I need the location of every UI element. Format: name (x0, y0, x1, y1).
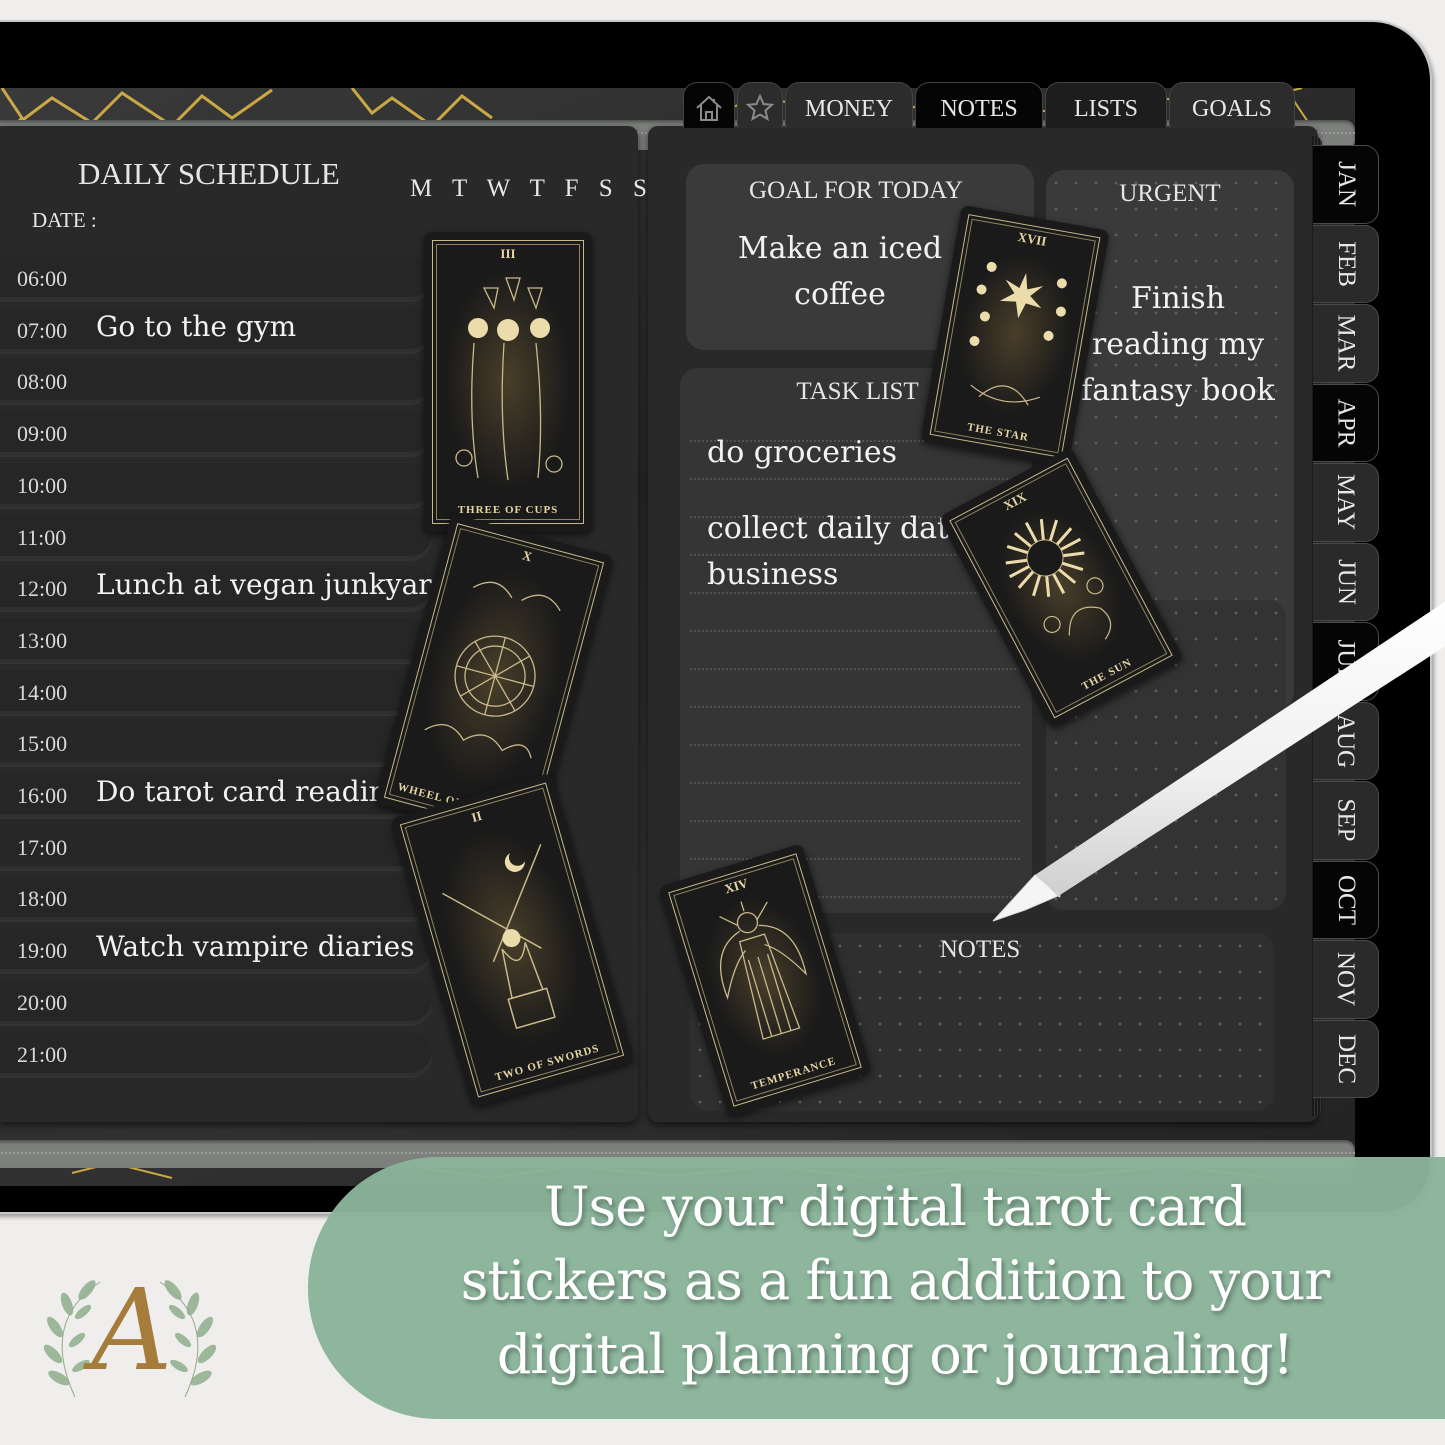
month-tab-dec[interactable]: DEC (1313, 1019, 1379, 1098)
promo-line: Use your digital tarot card (543, 1175, 1247, 1238)
schedule-time: 19:00 (17, 938, 68, 964)
urgent-line: fantasy book (1081, 373, 1275, 408)
schedule-entry[interactable]: Lunch at vegan junkyard (96, 568, 450, 601)
month-tab-may[interactable]: MAY (1313, 463, 1379, 542)
goal-line: coffee (794, 277, 886, 312)
schedule-time: 13:00 (17, 627, 68, 653)
urgent-text[interactable]: Finish reading my fantasy book (1068, 276, 1288, 414)
home-icon (696, 95, 722, 121)
tab-home[interactable] (683, 82, 735, 128)
goal-line: Make an iced (737, 231, 943, 266)
task-line (690, 858, 1020, 860)
tarot-sticker-three-of-cups[interactable]: III THREE OF CUPS (424, 232, 592, 532)
schedule-time: 17:00 (17, 834, 68, 860)
schedule-time: 09:00 (17, 421, 68, 447)
month-label: MAR (1332, 314, 1360, 372)
stylus-pencil (992, 601, 1445, 922)
schedule-entry[interactable]: Watch vampire diaries (96, 930, 415, 963)
tab-favorites[interactable] (737, 82, 783, 128)
three-of-cups-illustration (455, 277, 563, 481)
schedule-time: 12:00 (17, 576, 68, 602)
schedule-time: 16:00 (17, 783, 68, 808)
wheel-illustration (424, 581, 561, 759)
brand-logo: A (25, 1266, 235, 1402)
month-tab-feb[interactable]: FEB (1313, 224, 1379, 303)
urgent-line: reading my (1091, 327, 1265, 362)
goal-text[interactable]: Make an iced coffee (700, 226, 980, 318)
month-label: DEC (1332, 1033, 1360, 1084)
card-name: THREE OF CUPS (457, 504, 559, 516)
star-icon (745, 93, 775, 121)
schedule-time: 14:00 (17, 679, 68, 705)
month-label: APR (1332, 398, 1360, 448)
month-tab-apr[interactable]: APR (1313, 383, 1379, 462)
schedule-time: 15:00 (17, 731, 68, 757)
top-tab-bar: MONEY NOTES LISTS GOALS (683, 80, 1297, 128)
task-line (690, 478, 1020, 480)
schedule-time: 20:00 (17, 989, 68, 1015)
task-item[interactable]: collect daily data (707, 506, 967, 552)
promo-line: digital planning or journaling! (496, 1323, 1294, 1386)
task-line (690, 820, 1020, 822)
schedule-entry[interactable]: Do tarot card reading (96, 775, 405, 808)
tab-money[interactable]: MONEY (785, 82, 913, 128)
tab-lists[interactable]: LISTS (1045, 82, 1167, 128)
urgent-title: URGENT (1119, 180, 1221, 207)
date-label[interactable]: DATE : (32, 208, 97, 233)
schedule-time: 10:00 (17, 472, 68, 498)
notes-title: NOTES (939, 936, 1021, 963)
schedule-time: 21:00 (17, 1041, 68, 1067)
schedule-time: 07:00 (17, 317, 68, 343)
month-label: FEB (1332, 240, 1360, 287)
month-label: MAY (1332, 474, 1360, 531)
goal-title: GOAL FOR TODAY (749, 177, 963, 204)
schedule-time: 18:00 (17, 886, 68, 912)
temperance-illustration (719, 901, 808, 1040)
month-tab-nov[interactable]: NOV (1313, 940, 1379, 1019)
schedule-entry[interactable]: Go to the gym (96, 310, 296, 343)
month-label: NOV (1332, 952, 1360, 1007)
tab-notes[interactable]: NOTES (915, 82, 1043, 128)
task-line (690, 630, 1020, 632)
task-line (690, 782, 1020, 784)
month-tab-mar[interactable]: MAR (1313, 304, 1379, 383)
urgent-line: Finish (1130, 281, 1226, 316)
month-label: JAN (1332, 161, 1360, 208)
month-tab-jan[interactable]: JAN (1313, 145, 1379, 224)
weekday-selector[interactable]: M T W T F S S (410, 175, 654, 203)
task-item[interactable]: do groceries (707, 430, 897, 476)
schedule-time: 08:00 (17, 369, 68, 395)
promo-line: stickers as a fun addition to your (460, 1249, 1330, 1312)
task-line (690, 744, 1020, 746)
task-line (690, 668, 1020, 670)
tab-goals[interactable]: GOALS (1169, 82, 1295, 128)
schedule-time: 11:00 (17, 524, 67, 550)
daily-schedule-title: DAILY SCHEDULE (78, 156, 340, 191)
logo-letter: A (91, 1266, 173, 1396)
card-numeral: III (500, 246, 516, 261)
task-line (690, 706, 1020, 708)
schedule-time: 06:00 (17, 266, 68, 291)
promo-text: Use your digital tarot card stickers as … (380, 1170, 1410, 1392)
task-item[interactable]: business (707, 552, 838, 598)
